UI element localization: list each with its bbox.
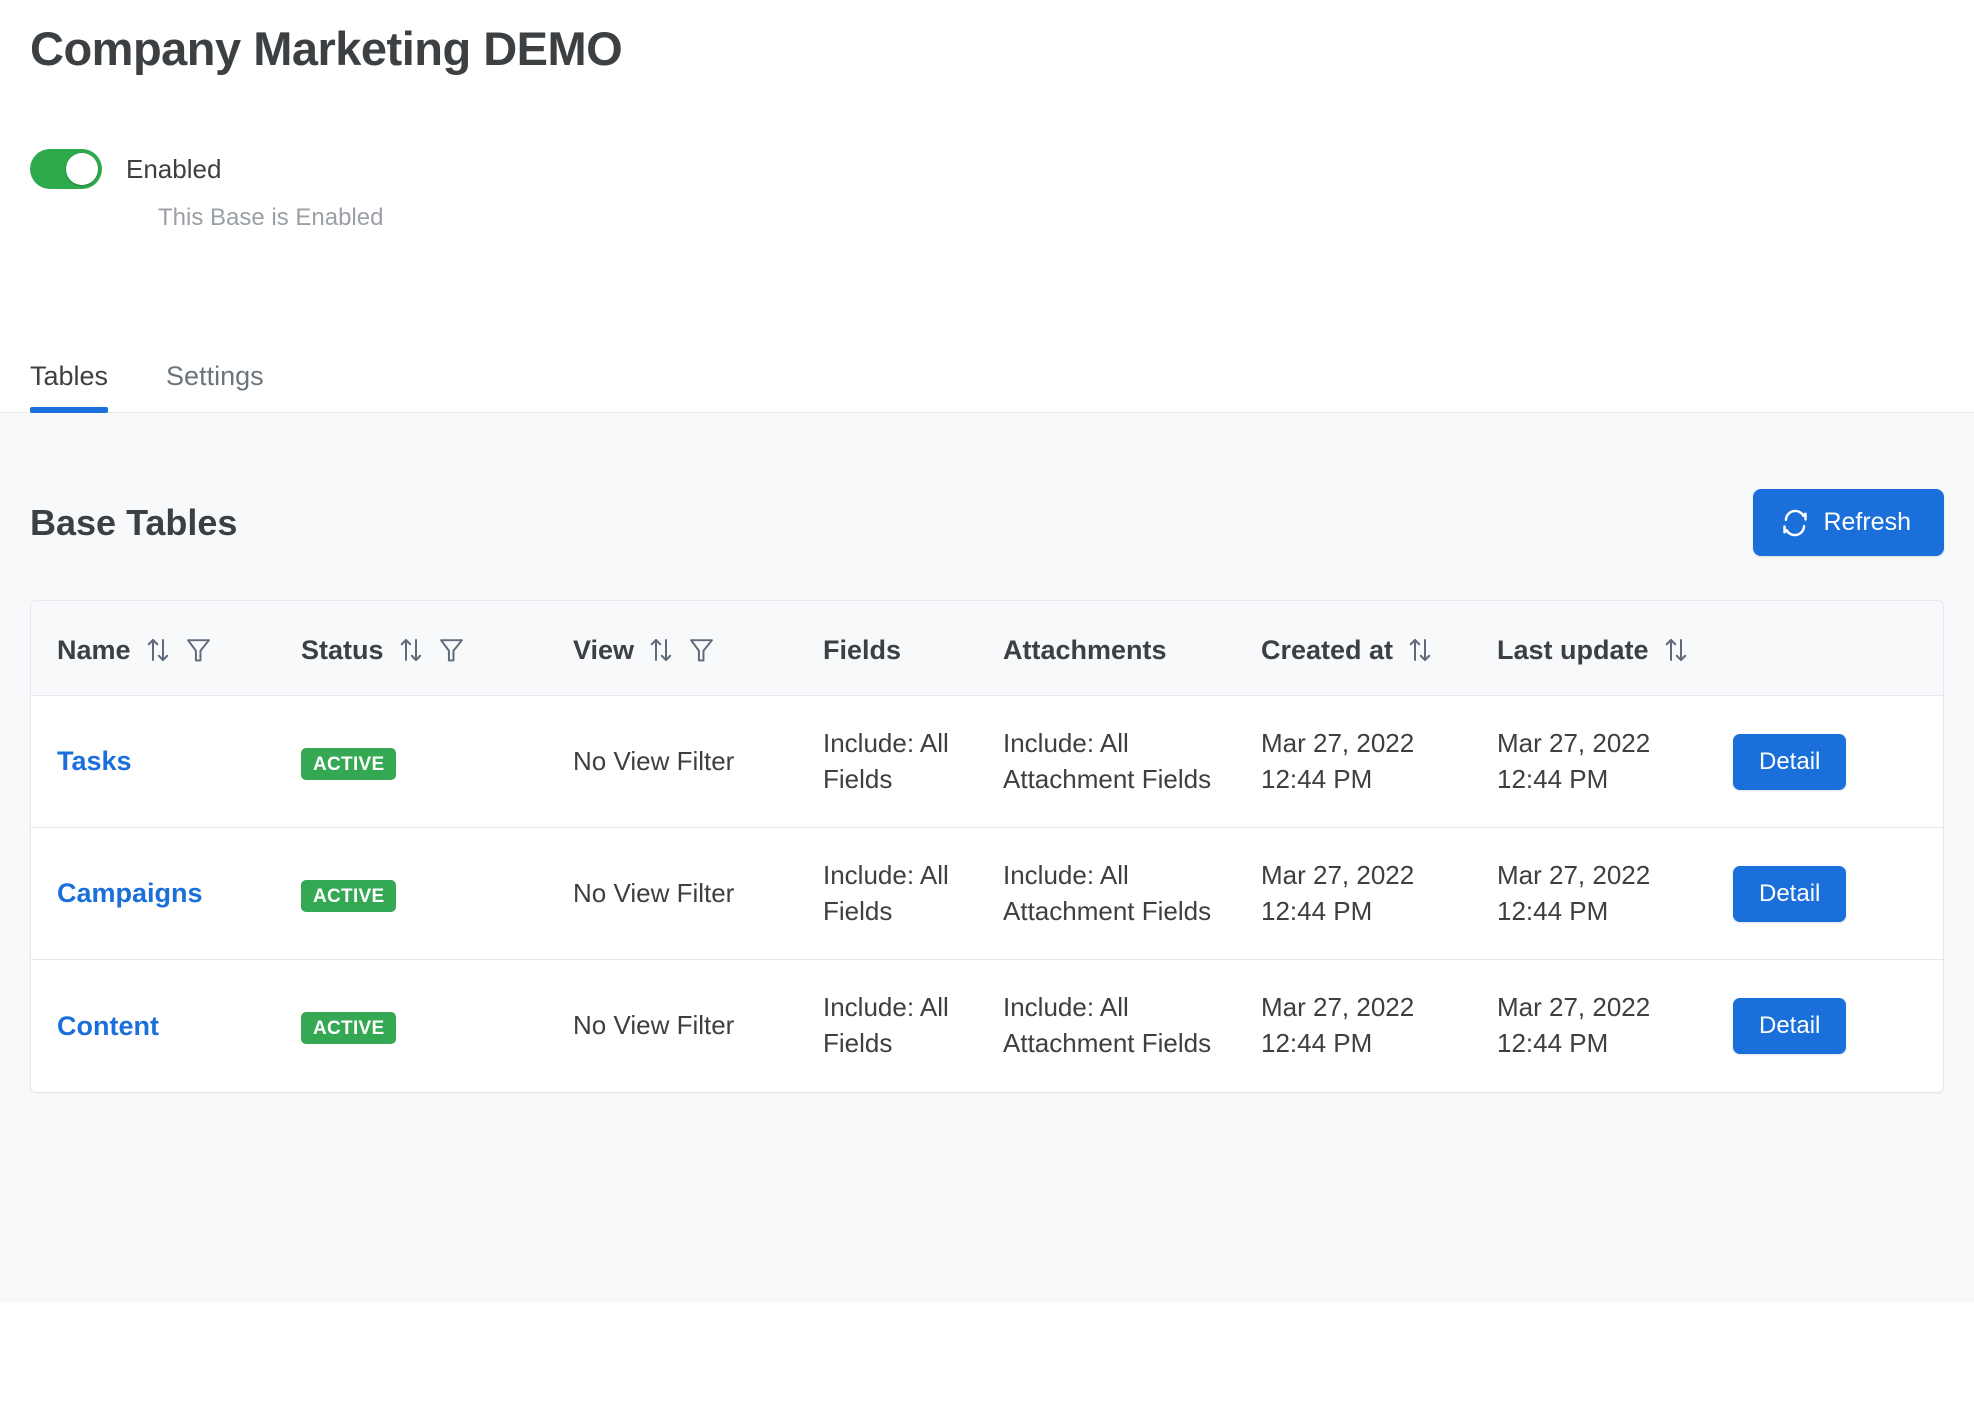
updated-time: 12:44 PM: [1497, 763, 1609, 794]
cell-attachments: Include: All Attachment Fields: [1003, 992, 1212, 1059]
column-label-attachments: Attachments: [1003, 635, 1167, 666]
cell-attachments: Include: All Attachment Fields: [1003, 827, 1261, 961]
cell-status: ACTIVE: [301, 960, 573, 1092]
status-badge: ACTIVE: [301, 879, 397, 912]
cell-fields: Include: All Fields: [823, 827, 1003, 961]
toggle-knob: [66, 153, 98, 186]
enabled-toggle-label: Enabled: [126, 153, 222, 184]
cell-actions: Detail: [1733, 960, 1943, 1092]
cell-name: Tasks: [31, 695, 301, 829]
cell-view: No View Filter: [573, 827, 823, 961]
cell-view: No View Filter: [573, 1010, 735, 1041]
page-title: Company Marketing DEMO: [30, 22, 623, 75]
updated-date: Mar 27, 2022: [1497, 728, 1651, 759]
app-page: Company Marketing DEMO Enabled This Base…: [0, 0, 1974, 1404]
sort-arrows-icon[interactable]: [1663, 635, 1689, 667]
cell-status: ACTIVE: [301, 695, 573, 829]
table-header: Name Status View Fields Attachments Crea…: [31, 601, 1943, 697]
base-tables-table: Name Status View Fields Attachments Crea…: [31, 601, 1943, 1092]
updated-time: 12:44 PM: [1497, 895, 1609, 926]
refresh-button[interactable]: Refresh: [1753, 489, 1944, 557]
column-header-view: View: [573, 601, 823, 697]
page-header: Company Marketing DEMO Enabled This Base…: [0, 0, 1974, 233]
tab-bar: Tables Settings: [0, 325, 1974, 414]
filter-funnel-icon[interactable]: [185, 635, 212, 667]
created-date: Mar 27, 2022: [1261, 992, 1415, 1023]
column-header-status: Status: [301, 601, 573, 697]
section-header: Base Tables Refresh: [30, 413, 1944, 557]
detail-button[interactable]: Detail: [1733, 733, 1847, 790]
refresh-button-label: Refresh: [1823, 508, 1911, 537]
detail-button[interactable]: Detail: [1733, 865, 1847, 922]
created-time: 12:44 PM: [1261, 1028, 1373, 1059]
cell-last-update: Mar 27, 2022 12:44 PM: [1497, 695, 1733, 829]
cell-status: ACTIVE: [301, 827, 573, 961]
cell-created-at: Mar 27, 2022 12:44 PM: [1261, 960, 1497, 1092]
tab-tables[interactable]: Tables: [30, 363, 109, 414]
created-time: 12:44 PM: [1261, 763, 1373, 794]
table-row: Tasks ACTIVE No View Filter Include: All…: [31, 695, 1943, 829]
column-label-view: View: [573, 635, 635, 666]
column-header-attachments: Attachments: [1003, 601, 1261, 697]
column-label-last-update: Last update: [1497, 635, 1649, 666]
table-link-campaigns[interactable]: Campaigns: [57, 878, 203, 908]
table-link-content[interactable]: Content: [57, 1011, 159, 1041]
tab-settings[interactable]: Settings: [166, 363, 264, 412]
cell-fields: Include: All Fields: [823, 992, 949, 1059]
sort-arrows-icon[interactable]: [648, 635, 674, 667]
main-content: Base Tables Refresh Name Status View Fie…: [0, 413, 1974, 1304]
base-tables-card: Name Status View Fields Attachments Crea…: [30, 600, 1944, 1093]
created-date: Mar 27, 2022: [1261, 860, 1415, 891]
enabled-toggle[interactable]: [30, 149, 102, 190]
cell-fields: Include: All Fields: [823, 695, 1003, 829]
cell-name: Content: [31, 960, 301, 1092]
column-header-created-at: Created at: [1261, 601, 1497, 697]
status-badge: ACTIVE: [301, 1012, 397, 1045]
cell-attachments: Include: All Attachment Fields: [1003, 695, 1261, 829]
column-label-status: Status: [301, 635, 384, 666]
cell-view: No View Filter: [573, 695, 823, 829]
sort-arrows-icon[interactable]: [1407, 635, 1433, 667]
updated-time: 12:44 PM: [1497, 1028, 1609, 1059]
cell-actions: Detail: [1733, 695, 1943, 829]
column-header-name: Name: [31, 601, 301, 697]
table-row: Campaigns ACTIVE No View Filter Include:…: [31, 827, 1943, 961]
sort-arrows-icon[interactable]: [398, 635, 424, 667]
updated-date: Mar 27, 2022: [1497, 860, 1651, 891]
created-time: 12:44 PM: [1261, 895, 1373, 926]
refresh-icon: [1781, 509, 1809, 537]
table-link-tasks[interactable]: Tasks: [57, 746, 132, 776]
column-header-fields: Fields: [823, 601, 1003, 697]
table-row: Content ACTIVE No View Filter Include: A…: [31, 960, 1943, 1092]
column-label-created-at: Created at: [1261, 635, 1394, 666]
base-tables-title: Base Tables: [30, 501, 238, 543]
created-date: Mar 27, 2022: [1261, 728, 1415, 759]
column-header-actions: [1733, 601, 1943, 697]
cell-actions: Detail: [1733, 827, 1943, 961]
table-body: Tasks ACTIVE No View Filter Include: All…: [31, 695, 1943, 1092]
cell-last-update: Mar 27, 2022 12:44 PM: [1497, 827, 1733, 961]
sort-arrows-icon[interactable]: [145, 635, 171, 667]
updated-date: Mar 27, 2022: [1497, 992, 1651, 1023]
enabled-toggle-help: This Base is Enabled: [158, 204, 384, 232]
column-header-last-update: Last update: [1497, 601, 1733, 697]
cell-created-at: Mar 27, 2022 12:44 PM: [1261, 827, 1497, 961]
cell-name: Campaigns: [31, 827, 301, 961]
column-label-fields: Fields: [823, 635, 902, 666]
detail-button[interactable]: Detail: [1733, 998, 1847, 1055]
filter-funnel-icon[interactable]: [688, 635, 715, 667]
filter-funnel-icon[interactable]: [438, 635, 465, 667]
status-badge: ACTIVE: [301, 747, 397, 780]
column-label-name: Name: [57, 635, 131, 666]
enable-toggle-row: Enabled: [30, 149, 1974, 190]
cell-created-at: Mar 27, 2022 12:44 PM: [1261, 695, 1497, 829]
table-header-row: Name Status View Fields Attachments Crea…: [31, 601, 1943, 697]
cell-last-update: Mar 27, 2022 12:44 PM: [1497, 960, 1733, 1092]
